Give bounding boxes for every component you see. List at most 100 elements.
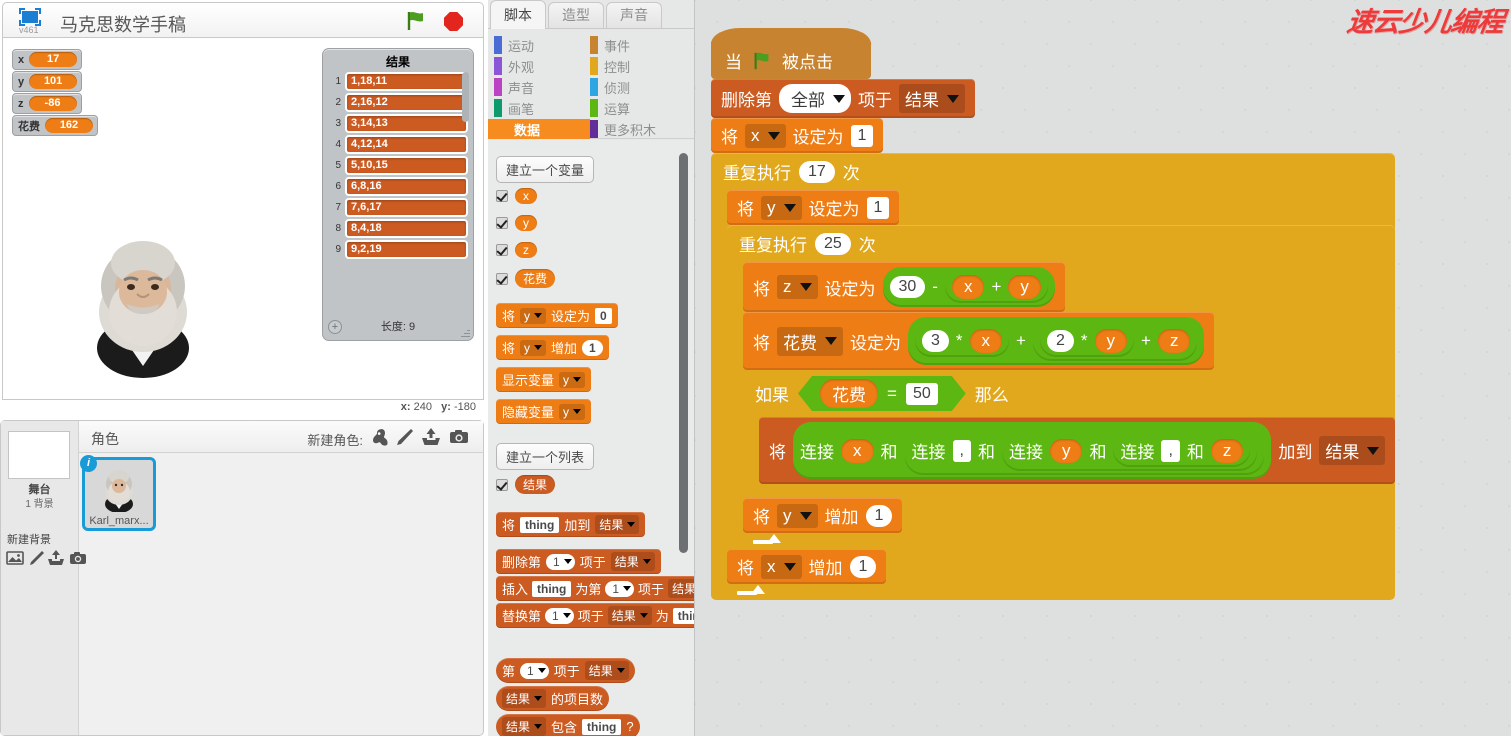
- variable-reporter-x[interactable]: x: [952, 275, 985, 299]
- block-change-y[interactable]: 将 y 增加 1: [743, 498, 902, 533]
- list-item[interactable]: 77,6,17: [328, 197, 468, 218]
- block-add-to-list-result[interactable]: 将 连接 x 和 连接 , 和: [759, 417, 1395, 484]
- operator-add[interactable]: x + y: [945, 271, 1048, 303]
- operator-subtract[interactable]: 30 - x + y: [883, 267, 1055, 307]
- category-control[interactable]: 控制: [584, 56, 676, 76]
- variable-checkbox-x[interactable]: [496, 190, 508, 202]
- list-dropdown[interactable]: 结果: [585, 661, 629, 680]
- make-variable-button[interactable]: 建立一个变量: [496, 156, 594, 183]
- list-item[interactable]: 44,12,14: [328, 134, 468, 155]
- block-set-x[interactable]: 将 x 设定为 1: [711, 118, 883, 153]
- list-checkbox-result[interactable]: [496, 479, 508, 491]
- separator-input[interactable]: ,: [953, 440, 971, 462]
- value-input[interactable]: thing: [673, 608, 694, 624]
- variable-reporter-z[interactable]: z: [515, 242, 537, 258]
- operator-multiply-2[interactable]: 2 * y: [1040, 325, 1134, 357]
- block-length-of-list[interactable]: 结果 的项目数: [496, 686, 609, 711]
- block-repeat-inner[interactable]: 重复执行 25 次 将 z 设定为: [727, 225, 1395, 549]
- variable-reporter-y[interactable]: y: [515, 215, 537, 231]
- block-show-variable[interactable]: 显示变量 y: [496, 367, 591, 392]
- repeat-count-input[interactable]: 17: [799, 161, 835, 183]
- palette-scrollbar[interactable]: [679, 153, 688, 553]
- operator-join-1[interactable]: 连接 x 和 连接 , 和 连接: [793, 422, 1271, 479]
- script-stack[interactable]: 当 被点击 删除第 全部 项于 结果 将 x: [711, 42, 1395, 600]
- variable-checkbox-z[interactable]: [496, 244, 508, 256]
- variable-reporter-x[interactable]: x: [515, 188, 537, 204]
- list-item-value[interactable]: 3,14,13: [345, 114, 468, 133]
- variable-checkbox-y[interactable]: [496, 217, 508, 229]
- value-input[interactable]: thing: [532, 581, 571, 597]
- value-input[interactable]: 1: [582, 340, 603, 356]
- list-item[interactable]: 33,14,13: [328, 113, 468, 134]
- operator-add-inner[interactable]: 2 * y + z: [1033, 321, 1197, 361]
- list-dropdown[interactable]: 结果: [611, 552, 655, 571]
- green-flag-icon[interactable]: [405, 10, 427, 32]
- block-delete-of-list[interactable]: 删除第 1 项于 结果: [496, 549, 661, 574]
- monitor-z[interactable]: z -86: [12, 93, 82, 114]
- plus-icon[interactable]: +: [328, 320, 342, 334]
- make-list-button[interactable]: 建立一个列表: [496, 443, 594, 470]
- block-item-of-list[interactable]: 第 1 项于 结果: [496, 658, 635, 683]
- monitor-x[interactable]: x 17: [12, 49, 82, 70]
- operand-input[interactable]: 50: [906, 383, 938, 405]
- upload-icon[interactable]: [421, 427, 441, 447]
- block-palette[interactable]: 建立一个变量 x y z 花费 将 y 设定为 0: [488, 140, 694, 736]
- list-item[interactable]: 22,16,12: [328, 92, 468, 113]
- list-item[interactable]: 11,18,11: [328, 71, 468, 92]
- variable-dropdown[interactable]: y: [559, 372, 585, 388]
- variable-dropdown[interactable]: y: [520, 340, 546, 356]
- value-input[interactable]: 1: [866, 505, 893, 527]
- block-delete-all-of-list[interactable]: 删除第 全部 项于 结果: [711, 79, 975, 118]
- variable-dropdown[interactable]: y: [777, 504, 818, 528]
- camera-icon[interactable]: [449, 427, 469, 447]
- index-dropdown[interactable]: 1: [545, 608, 574, 624]
- stage-thumbnail[interactable]: [8, 431, 70, 479]
- block-when-flag-clicked[interactable]: 当 被点击: [711, 42, 871, 79]
- list-item-value[interactable]: 6,8,16: [345, 177, 468, 196]
- list-item[interactable]: 55,10,15: [328, 155, 468, 176]
- stop-icon[interactable]: [444, 12, 463, 31]
- list-monitor-result[interactable]: 结果 11,18,11 22,16,12 33,14,13 44,12,14 5…: [322, 48, 474, 341]
- category-motion[interactable]: 运动: [488, 35, 580, 55]
- list-dropdown[interactable]: 结果: [899, 84, 965, 113]
- if-header[interactable]: 如果 花费 = 50 那么: [743, 370, 1395, 417]
- variable-reporter-z[interactable]: z: [1158, 329, 1191, 353]
- operand-input[interactable]: 3: [922, 330, 949, 352]
- list-item-value[interactable]: 5,10,15: [345, 156, 468, 175]
- monitor-huafei[interactable]: 花费 162: [12, 115, 98, 136]
- variable-dropdown[interactable]: 花费: [777, 327, 843, 356]
- variable-dropdown[interactable]: z: [777, 275, 818, 299]
- block-add-to-list[interactable]: 将 thing 加到 结果: [496, 512, 645, 537]
- variable-reporter-huafei[interactable]: 花费: [515, 269, 555, 288]
- script-canvas[interactable]: 速云少儿编程 当 被点击 删除第 全部 项于 结果 将: [695, 0, 1511, 736]
- tab-scripts[interactable]: 脚本: [490, 0, 546, 29]
- category-sensing[interactable]: 侦测: [584, 77, 676, 97]
- block-set-z[interactable]: 将 z 设定为 30 - x +: [743, 262, 1065, 312]
- block-set-huafei[interactable]: 将 花费 设定为 3 * x: [743, 312, 1214, 370]
- category-data[interactable]: 数据: [488, 119, 590, 139]
- repeat-count-input[interactable]: 25: [815, 233, 851, 255]
- list-scrollbar[interactable]: [462, 72, 469, 122]
- block-change-variable[interactable]: 将 y 增加 1: [496, 335, 609, 360]
- variable-reporter-x[interactable]: x: [841, 439, 874, 463]
- list-item-value[interactable]: 9,2,19: [345, 240, 468, 259]
- list-item-value[interactable]: 7,6,17: [345, 198, 468, 217]
- block-if-then[interactable]: 如果 花费 = 50 那么 将: [743, 370, 1395, 498]
- operator-join-2[interactable]: 连接 , 和 连接 y 和: [905, 426, 1265, 475]
- paint-icon[interactable]: [395, 427, 415, 447]
- sprite-library-icon[interactable]: [371, 427, 391, 447]
- value-input[interactable]: 1: [851, 125, 874, 147]
- list-item[interactable]: 66,8,16: [328, 176, 468, 197]
- list-item-value[interactable]: 4,12,14: [345, 135, 468, 154]
- index-dropdown[interactable]: 1: [546, 554, 575, 570]
- operator-join-4[interactable]: 连接 , 和 z: [1113, 434, 1250, 467]
- variable-dropdown[interactable]: x: [761, 555, 802, 579]
- sprite-item-karl-marx[interactable]: i Karl_marx...: [82, 457, 156, 531]
- block-change-x[interactable]: 将 x 增加 1: [727, 549, 886, 584]
- category-events[interactable]: 事件: [584, 35, 676, 55]
- block-list-contains[interactable]: 结果 包含 thing ?: [496, 714, 640, 736]
- list-dropdown[interactable]: 结果: [502, 717, 546, 736]
- paint-icon[interactable]: [28, 549, 46, 567]
- list-dropdown[interactable]: 结果: [595, 515, 639, 534]
- separator-input[interactable]: ,: [1161, 440, 1179, 462]
